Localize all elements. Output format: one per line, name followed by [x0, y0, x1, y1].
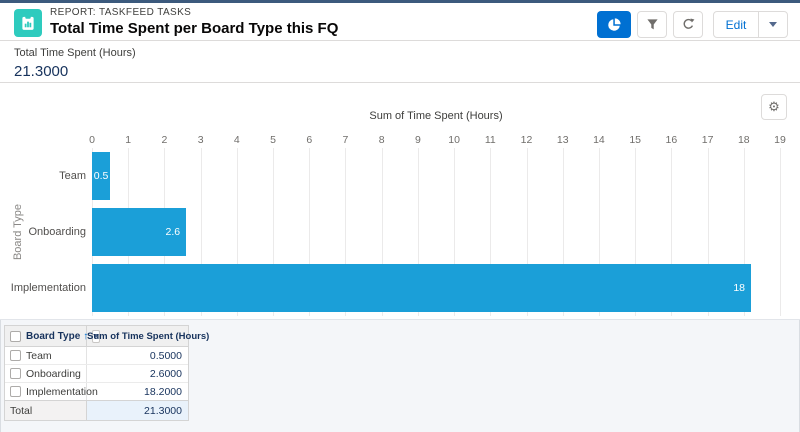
- table-row[interactable]: Team 0.5000: [5, 347, 188, 365]
- report-clipboard-icon: [14, 9, 42, 37]
- x-tick-label: 4: [234, 134, 240, 146]
- chart-axis-title: Sum of Time Spent (Hours): [92, 110, 780, 122]
- x-tick-label: 7: [343, 134, 349, 146]
- row-checkbox[interactable]: [10, 386, 21, 397]
- filter-funnel-icon: [646, 18, 659, 31]
- x-tick-label: 14: [593, 134, 605, 146]
- row-label-cell: Implementation: [5, 383, 87, 400]
- row-value-cell: 2.6000: [87, 365, 188, 382]
- edit-dropdown-button[interactable]: [758, 11, 788, 38]
- row-label: Onboarding: [26, 368, 81, 380]
- page-title: Total Time Spent per Board Type this FQ: [50, 20, 338, 37]
- table-row[interactable]: Implementation18.2000: [5, 383, 188, 401]
- bar-value-label: 2.6: [166, 226, 181, 238]
- x-tick-label: 10: [448, 134, 460, 146]
- chart-panel: ⚙ Sum of Time Spent (Hours) 012345678910…: [0, 83, 800, 320]
- filter-button[interactable]: [637, 11, 667, 38]
- report-page: REPORT: TASKFEED TASKS Total Time Spent …: [0, 0, 800, 432]
- x-tick-label: 3: [198, 134, 204, 146]
- refresh-button[interactable]: [673, 11, 703, 38]
- bar-value-label: 0.5: [94, 170, 109, 182]
- row-label-cell: Onboarding: [5, 365, 87, 382]
- chevron-down-icon: [769, 22, 777, 27]
- total-label-cell: Total: [5, 401, 87, 420]
- x-tick-label: 0: [89, 134, 95, 146]
- row-checkbox[interactable]: [10, 350, 21, 361]
- x-tick-label: 15: [629, 134, 641, 146]
- bar-onboarding[interactable]: 2.6: [92, 208, 186, 256]
- report-type-label: REPORT: TASKFEED TASKS: [50, 7, 338, 18]
- table-header-row: Board Type ↑ Sum of Time Spent (Hours): [5, 326, 188, 347]
- summary-band: Total Time Spent (Hours) 21.3000: [0, 41, 800, 83]
- row-label-cell: Team: [5, 347, 87, 364]
- x-tick-label: 18: [738, 134, 750, 146]
- chart-toggle-button[interactable]: [597, 11, 631, 38]
- table-body: Team 0.5000 Onboarding 2.6000Implementation…: [5, 347, 188, 401]
- row-checkbox[interactable]: [10, 368, 21, 379]
- x-tick-label: 11: [485, 134, 496, 146]
- table-total-row: Total 21.3000: [5, 400, 188, 420]
- bar-team[interactable]: 0.5: [92, 152, 110, 200]
- column-header-label: Board Type: [26, 331, 80, 342]
- x-tick-label: 12: [521, 134, 533, 146]
- summary-label: Total Time Spent (Hours): [14, 47, 786, 59]
- report-header: REPORT: TASKFEED TASKS Total Time Spent …: [0, 3, 800, 41]
- x-tick-label: 6: [306, 134, 312, 146]
- pie-chart-icon: [607, 18, 621, 32]
- summary-value: 21.3000: [14, 63, 786, 80]
- y-axis-title: Board Type: [12, 182, 24, 282]
- select-all-checkbox[interactable]: [10, 331, 21, 342]
- x-axis-ticks: 012345678910111213141516171819: [0, 134, 800, 147]
- gridline: [780, 148, 781, 316]
- report-table: Board Type ↑ Sum of Time Spent (Hours) T…: [4, 325, 189, 421]
- edit-button[interactable]: Edit: [713, 11, 759, 38]
- x-tick-label: 2: [161, 134, 167, 146]
- refresh-icon: [682, 18, 695, 31]
- x-tick-label: 13: [557, 134, 569, 146]
- x-tick-label: 17: [702, 134, 714, 146]
- x-tick-label: 8: [379, 134, 385, 146]
- table-row[interactable]: Onboarding 2.6000: [5, 365, 188, 383]
- x-tick-label: 19: [774, 134, 786, 146]
- row-value-cell: 18.2000: [87, 383, 188, 400]
- row-value-cell: 0.5000: [87, 347, 188, 364]
- x-tick-label: 16: [666, 134, 678, 146]
- row-label: Team: [26, 350, 52, 362]
- total-value-cell: 21.3000: [87, 401, 188, 420]
- bar-implementation[interactable]: 18: [92, 264, 751, 312]
- sum-header-cell[interactable]: Sum of Time Spent (Hours): [87, 326, 215, 346]
- header-text: REPORT: TASKFEED TASKS Total Time Spent …: [50, 7, 338, 37]
- x-tick-label: 9: [415, 134, 421, 146]
- bar-chart-plot-area: 0.5 2.6 18: [92, 148, 780, 316]
- board-type-header-cell[interactable]: Board Type ↑: [5, 326, 87, 346]
- bar-value-label: 18: [733, 282, 745, 294]
- header-actions: Edit: [597, 11, 788, 38]
- x-tick-label: 5: [270, 134, 276, 146]
- x-tick-label: 1: [125, 134, 131, 146]
